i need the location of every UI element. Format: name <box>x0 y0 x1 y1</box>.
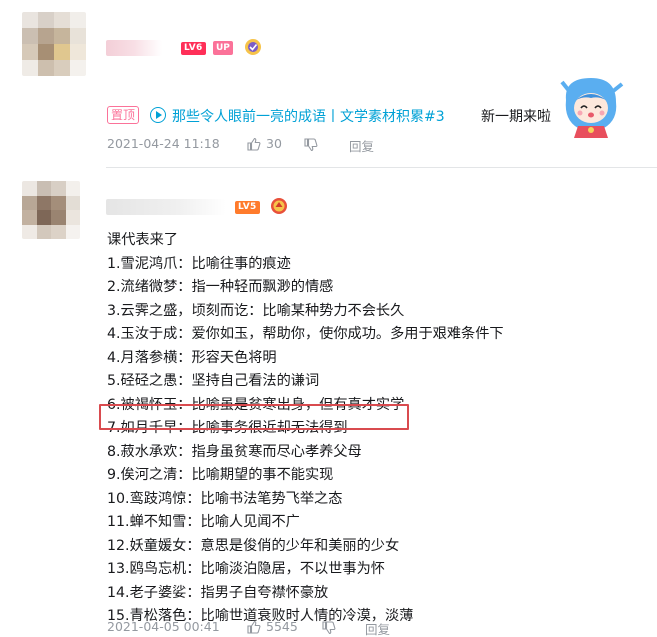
comment-line: 5.硁硁之愚：坚持自己看法的谦词 <box>107 373 320 389</box>
dislike-icon[interactable] <box>322 621 336 635</box>
comment-line: 课代表来了 <box>107 232 178 248</box>
level-badge: LV6 <box>181 42 206 55</box>
pinned-label: 置顶 <box>107 106 140 124</box>
medal-icon <box>245 39 261 55</box>
username-blurred[interactable] <box>106 40 162 56</box>
level-badge: LV5 <box>235 201 260 214</box>
comment-timestamp: 2021-04-05 00:41 <box>107 619 220 634</box>
comment-line: 12.妖童媛女：意思是俊俏的少年和美丽的少女 <box>107 537 400 554</box>
like-count: 5545 <box>266 619 298 634</box>
like-count: 30 <box>266 136 282 151</box>
medal-icon <box>271 198 287 214</box>
comment-line: 10.鸾跂鸿惊：比喻书法笔势飞举之态 <box>107 490 343 507</box>
reply-button[interactable]: 回复 <box>365 619 390 637</box>
avatar[interactable] <box>22 181 80 239</box>
reply-button[interactable]: 回复 <box>349 136 374 155</box>
mascot-sticker <box>560 78 624 138</box>
highlight-box <box>99 404 409 430</box>
video-link-icon[interactable] <box>150 107 166 123</box>
comment-line: 4.玉汝于成：爱你如玉，帮助你，使你成功。多用于艰难条件下 <box>107 326 504 342</box>
comment-line: 13.鸥鸟忘机：比喻淡泊隐居，不以世事为怀 <box>107 561 385 577</box>
like-icon[interactable] <box>247 620 261 634</box>
comment-line: 1.雪泥鸿爪：比喻往事的痕迹 <box>107 255 291 272</box>
comment-line: 8.菽水承欢：指身虽贫寒而尽心孝养父母 <box>107 443 362 460</box>
comment-line: 3.云霁之盛，顷刻而讫：比喻某种势力不会长久 <box>107 302 405 319</box>
comment-line: 4.月落参横：形容天色将明 <box>107 349 277 366</box>
comment-line: 9.俟河之清：比喻期望的事不能实现 <box>107 467 334 483</box>
comment-timestamp: 2021-04-24 11:18 <box>107 136 220 151</box>
video-link[interactable]: 那些令人眼前一亮的成语丨文学素材积累#3 <box>172 106 445 126</box>
comment-line: 14.老子婆娑：指男子自夸襟怀豪放 <box>107 584 329 601</box>
avatar[interactable] <box>22 12 86 76</box>
comment-divider <box>106 167 657 168</box>
like-icon[interactable] <box>247 137 261 151</box>
dislike-icon[interactable] <box>304 138 318 152</box>
up-badge: UP <box>213 41 233 55</box>
username-blurred[interactable] <box>106 199 226 215</box>
comment-line: 2.流绪微梦：指一种轻而飘渺的情感 <box>107 279 334 295</box>
comment-line: 11.蝉不知雪：比喻人见闻不广 <box>107 514 300 530</box>
comment-text: 新一期来啦 <box>481 109 551 125</box>
